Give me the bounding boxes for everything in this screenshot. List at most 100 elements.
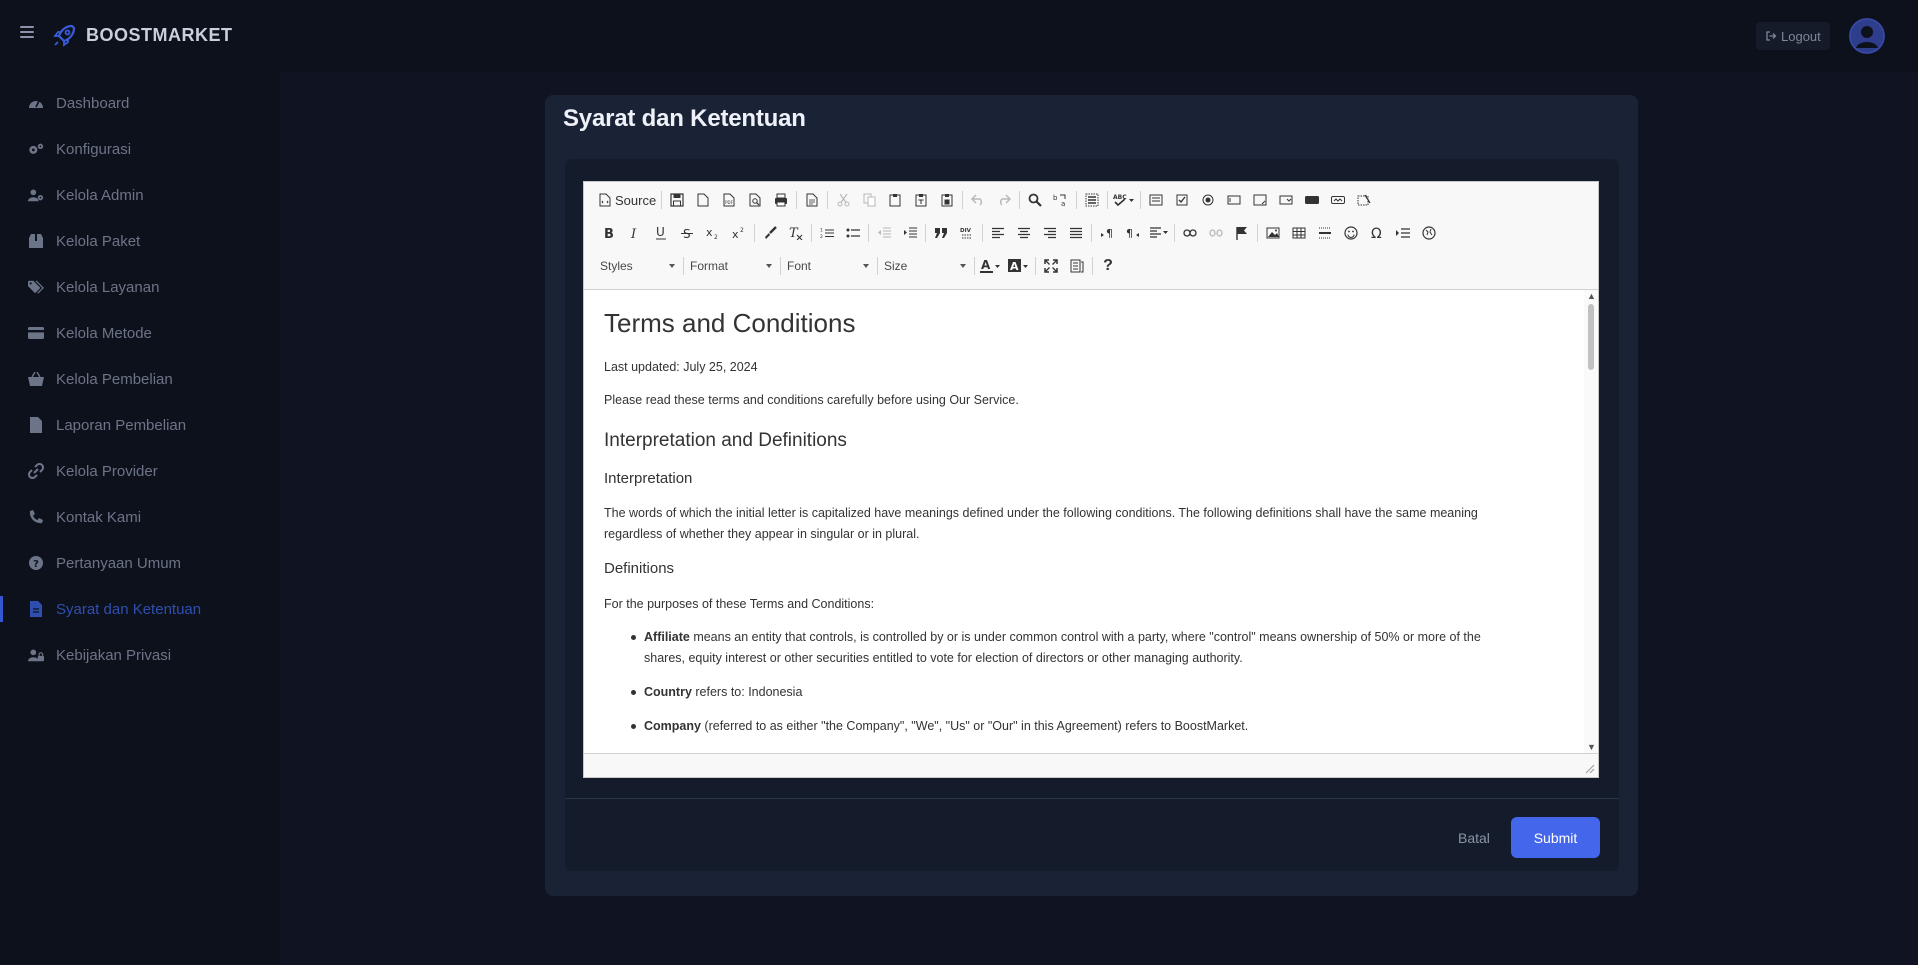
smiley-button[interactable] bbox=[1338, 221, 1364, 245]
styles-dropdown[interactable]: Styles bbox=[596, 254, 681, 278]
underline-button[interactable]: U bbox=[648, 221, 674, 245]
paste-button[interactable] bbox=[882, 188, 908, 212]
sidebar-item-kelola-provider[interactable]: Kelola Provider bbox=[0, 448, 280, 494]
page-break-button[interactable] bbox=[1390, 221, 1416, 245]
sidebar-item-kontak-kami[interactable]: Kontak Kami bbox=[0, 494, 280, 540]
sidebar-item-pertanyaan-umum[interactable]: ? Pertanyaan Umum bbox=[0, 540, 280, 586]
textarea-icon bbox=[1253, 194, 1267, 206]
show-blocks-button[interactable] bbox=[1064, 254, 1090, 278]
cut-button[interactable] bbox=[830, 188, 856, 212]
select-all-button[interactable] bbox=[1079, 188, 1105, 212]
sidebar-item-kelola-admin[interactable]: Kelola Admin bbox=[0, 172, 280, 218]
unlink-button[interactable] bbox=[1203, 221, 1229, 245]
font-dropdown[interactable]: Font bbox=[783, 254, 875, 278]
text-field-button[interactable] bbox=[1221, 188, 1247, 212]
submit-button[interactable]: Submit bbox=[1511, 817, 1600, 858]
paste-word-button[interactable] bbox=[934, 188, 960, 212]
bold-button[interactable]: B bbox=[596, 221, 622, 245]
superscript-button[interactable]: x2 bbox=[726, 221, 752, 245]
preview-button[interactable] bbox=[742, 188, 768, 212]
list-item-company: Company (referred to as either "the Comp… bbox=[631, 716, 1564, 737]
italic-button[interactable]: I bbox=[622, 221, 648, 245]
subscript-button[interactable]: x2 bbox=[700, 221, 726, 245]
blockquote-button[interactable] bbox=[928, 221, 954, 245]
source-button[interactable]: Source bbox=[596, 188, 659, 212]
horizontal-rule-button[interactable] bbox=[1312, 221, 1338, 245]
align-center-button[interactable] bbox=[1011, 221, 1037, 245]
print-button[interactable] bbox=[768, 188, 794, 212]
align-left-icon bbox=[992, 227, 1004, 239]
select-field-button[interactable] bbox=[1273, 188, 1299, 212]
textarea-button[interactable] bbox=[1247, 188, 1273, 212]
scroll-up-icon[interactable]: ▲ bbox=[1587, 292, 1596, 301]
save-button[interactable] bbox=[664, 188, 690, 212]
sidebar-item-konfigurasi[interactable]: Konfigurasi bbox=[0, 126, 280, 172]
sidebar-item-kebijakan-privasi[interactable]: Kebijakan Privasi bbox=[0, 632, 280, 678]
templates-button[interactable] bbox=[799, 188, 825, 212]
sidebar-item-laporan-pembelian[interactable]: Laporan Pembelian bbox=[0, 402, 280, 448]
paste-text-button[interactable] bbox=[908, 188, 934, 212]
sidebar-item-dashboard[interactable]: Dashboard bbox=[0, 80, 280, 126]
image-button-field-button[interactable] bbox=[1325, 188, 1351, 212]
bulleted-list-button[interactable] bbox=[840, 221, 866, 245]
copy-format-button[interactable] bbox=[757, 221, 783, 245]
align-right-button[interactable] bbox=[1037, 221, 1063, 245]
hamburger-menu-icon[interactable] bbox=[20, 26, 34, 38]
redo-button[interactable] bbox=[991, 188, 1017, 212]
editor-content[interactable]: Terms and Conditions Last updated: July … bbox=[584, 290, 1598, 753]
size-dropdown[interactable]: Size bbox=[880, 254, 972, 278]
link-button[interactable] bbox=[1177, 221, 1203, 245]
justify-button[interactable] bbox=[1063, 221, 1089, 245]
sidebar-item-kelola-layanan[interactable]: Kelola Layanan bbox=[0, 264, 280, 310]
new-page-button[interactable] bbox=[690, 188, 716, 212]
align-left-button[interactable] bbox=[985, 221, 1011, 245]
find-button[interactable] bbox=[1022, 188, 1048, 212]
sidebar-item-syarat-dan-ketentuan[interactable]: Syarat dan Ketentuan bbox=[0, 586, 280, 632]
gears-icon bbox=[28, 141, 44, 157]
numbered-list-button[interactable]: 12 bbox=[814, 221, 840, 245]
logout-button[interactable]: Logout bbox=[1756, 22, 1830, 50]
sidebar-item-kelola-pembelian[interactable]: Kelola Pembelian bbox=[0, 356, 280, 402]
image-button[interactable] bbox=[1260, 221, 1286, 245]
rtl-button[interactable]: ¶ bbox=[1120, 221, 1146, 245]
maximize-button[interactable] bbox=[1038, 254, 1064, 278]
brand[interactable]: BOOSTMARKET bbox=[52, 22, 233, 48]
anchor-button[interactable] bbox=[1229, 221, 1255, 245]
avatar[interactable] bbox=[1849, 18, 1885, 54]
undo-button[interactable] bbox=[965, 188, 991, 212]
sidebar-item-kelola-paket[interactable]: Kelola Paket bbox=[0, 218, 280, 264]
remove-format-button[interactable]: T bbox=[783, 221, 809, 245]
spellcheck-button[interactable]: ABC bbox=[1110, 188, 1138, 212]
background-color-button[interactable]: A bbox=[1005, 254, 1033, 278]
replace-icon: ba bbox=[1053, 194, 1066, 207]
copy-button[interactable] bbox=[856, 188, 882, 212]
button-field-button[interactable] bbox=[1299, 188, 1325, 212]
table-button[interactable] bbox=[1286, 221, 1312, 245]
resize-handle-icon[interactable] bbox=[1585, 764, 1595, 774]
cancel-button[interactable]: Batal bbox=[1446, 818, 1502, 858]
language-button[interactable] bbox=[1146, 221, 1172, 245]
checkbox-button[interactable] bbox=[1169, 188, 1195, 212]
chevron-down-icon bbox=[863, 264, 869, 268]
scroll-down-icon[interactable]: ▼ bbox=[1587, 743, 1596, 752]
help-button[interactable]: ? bbox=[1095, 254, 1121, 278]
editor-scrollbar[interactable]: ▲ ▼ bbox=[1584, 290, 1598, 753]
font-label: Font bbox=[787, 259, 812, 273]
export-pdf-button[interactable]: PDF bbox=[716, 188, 742, 212]
sidebar-item-kelola-metode[interactable]: Kelola Metode bbox=[0, 310, 280, 356]
indent-button[interactable] bbox=[897, 221, 923, 245]
replace-button[interactable]: ba bbox=[1048, 188, 1074, 212]
format-dropdown[interactable]: Format bbox=[686, 254, 778, 278]
strike-button[interactable]: S bbox=[674, 221, 700, 245]
special-char-button[interactable]: Ω bbox=[1364, 221, 1390, 245]
radio-button[interactable] bbox=[1195, 188, 1221, 212]
div-container-button[interactable]: DIV bbox=[954, 221, 980, 245]
pdf-icon: PDF bbox=[723, 193, 735, 207]
text-color-button[interactable]: A bbox=[977, 254, 1005, 278]
scrollbar-thumb[interactable] bbox=[1588, 304, 1594, 370]
outdent-button[interactable] bbox=[871, 221, 897, 245]
hidden-field-button[interactable] bbox=[1351, 188, 1377, 212]
ltr-button[interactable]: ¶ bbox=[1094, 221, 1120, 245]
form-button[interactable] bbox=[1143, 188, 1169, 212]
iframe-button[interactable] bbox=[1416, 221, 1442, 245]
